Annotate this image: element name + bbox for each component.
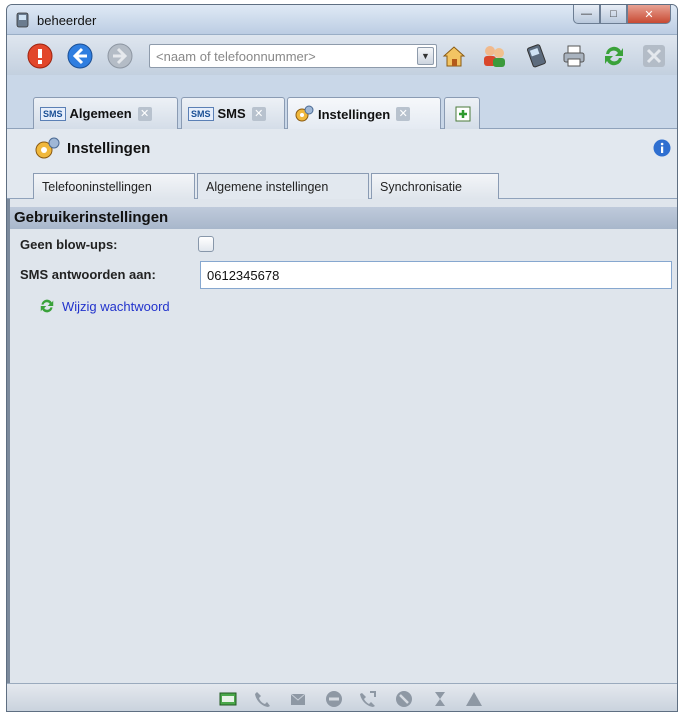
page-title: Instellingen: [67, 140, 151, 157]
home-icon[interactable]: [441, 43, 467, 69]
settings-gear-icon: [35, 137, 60, 159]
app-window: beheerder — □ ✕ <naam of telefoonnummer>…: [6, 4, 678, 712]
title-bar: beheerder — □ ✕: [7, 5, 677, 35]
forward-call-icon: [360, 691, 376, 707]
call-icon: [255, 692, 270, 707]
block-icon: [326, 691, 342, 707]
forward-icon[interactable]: [107, 43, 133, 69]
no-popups-checkbox[interactable]: [198, 236, 214, 252]
app-icon: [16, 12, 29, 28]
chevron-down-icon[interactable]: ▼: [417, 47, 434, 65]
search-placeholder: <naam of telefoonnummer>: [156, 49, 316, 64]
close-tab-icon[interactable]: ✕: [137, 106, 152, 121]
sms-icon: SMS: [188, 106, 214, 121]
minimize-button[interactable]: —: [573, 5, 600, 24]
info-icon[interactable]: [653, 139, 671, 157]
group-header: Gebruikerinstellingen: [10, 207, 677, 229]
status-bar: [7, 683, 677, 711]
no-popups-label: Geen blow-ups:: [20, 237, 118, 252]
phone-icon[interactable]: [523, 43, 549, 69]
sms-reply-label: SMS antwoorden aan:: [20, 267, 156, 282]
sms-icon[interactable]: [219, 690, 237, 708]
tab-synchronisatie[interactable]: Synchronisatie: [371, 173, 499, 199]
refresh-icon: [40, 299, 54, 313]
search-combobox[interactable]: <naam of telefoonnummer> ▼: [149, 44, 437, 68]
hourglass-icon: [435, 692, 445, 706]
sms-icon: SMS: [40, 106, 66, 121]
close-tab-icon[interactable]: ✕: [251, 106, 266, 121]
settings-panel: Gebruikerinstellingen Geen blow-ups: SMS…: [7, 199, 677, 683]
main-tabs: SMS Algemeen ✕ SMS SMS ✕ Instellingen ✕: [7, 75, 677, 130]
settings-gear-icon: [295, 105, 314, 122]
contacts-icon[interactable]: [481, 43, 507, 69]
minimize-icon: —: [581, 8, 592, 20]
tab-label: Algemeen: [69, 106, 132, 121]
print-icon[interactable]: [561, 43, 587, 69]
tab-algemene-instellingen[interactable]: Algemene instellingen: [197, 173, 369, 199]
tab-telefooninstellingen[interactable]: Telefooninstellingen: [33, 173, 195, 199]
tab-instellingen[interactable]: Instellingen ✕: [287, 97, 441, 130]
refresh-icon[interactable]: [601, 43, 627, 69]
sub-tabs: Telefooninstellingen Algemene instelling…: [7, 167, 677, 199]
add-tab-button[interactable]: [444, 97, 480, 129]
maximize-icon: □: [610, 8, 617, 20]
tab-sms[interactable]: SMS SMS ✕: [181, 97, 285, 129]
window-controls: — □ ✕: [573, 5, 671, 25]
close-icon: ✕: [644, 8, 654, 21]
sms-reply-input[interactable]: [200, 261, 672, 289]
section-header: Instellingen: [7, 129, 677, 167]
tab-label: Instellingen: [318, 106, 391, 122]
warning-icon: [466, 692, 482, 706]
disabled-close-icon[interactable]: [641, 43, 667, 69]
tab-algemeen[interactable]: SMS Algemeen ✕: [33, 97, 178, 129]
add-tab-icon: [455, 106, 471, 122]
close-window-button[interactable]: ✕: [627, 5, 671, 24]
close-tab-icon[interactable]: ✕: [396, 107, 411, 121]
window-title: beheerder: [37, 13, 97, 28]
mail-icon: [290, 693, 306, 705]
tab-label: SMS: [217, 106, 246, 121]
stop-icon[interactable]: [27, 43, 53, 69]
stop-icon: [396, 691, 412, 707]
back-icon[interactable]: [67, 43, 93, 69]
toolbar: <naam of telefoonnummer> ▼: [7, 35, 677, 75]
maximize-button[interactable]: □: [600, 5, 627, 24]
change-password-link[interactable]: Wijzig wachtwoord: [62, 299, 170, 314]
